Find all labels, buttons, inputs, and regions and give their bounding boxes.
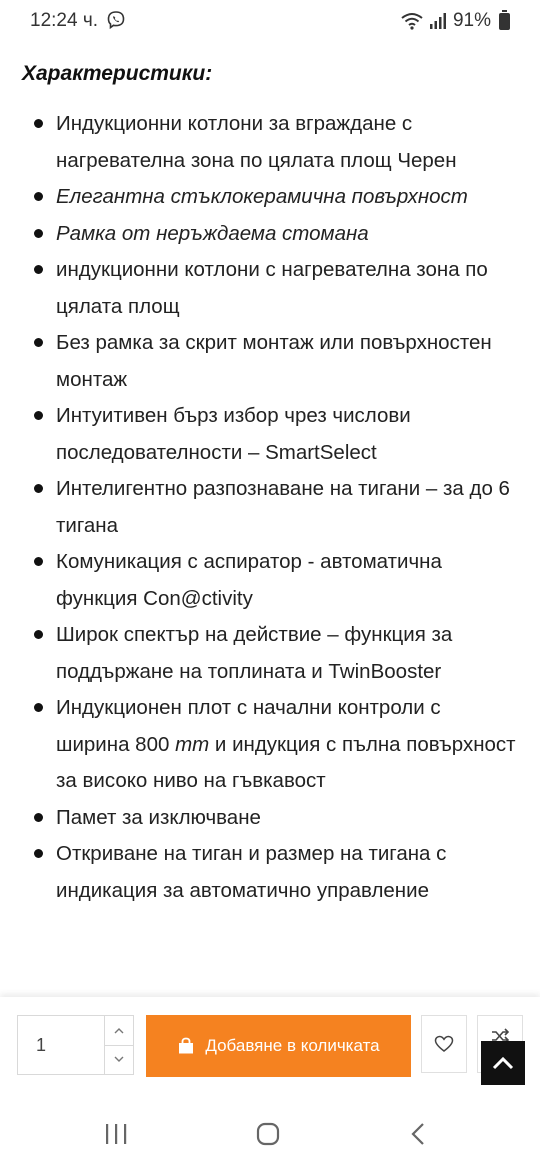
features-list: Индукционни котлони за вграждане с нагре… <box>0 106 540 909</box>
home-icon[interactable] <box>256 1122 280 1146</box>
bullet-icon <box>34 192 43 201</box>
feature-text: индукционни котлони с нагревателна зона … <box>56 258 488 318</box>
feature-text: Интуитивен бърз избор чрез числови после… <box>56 404 411 464</box>
scroll-to-top-button[interactable] <box>481 1041 525 1085</box>
status-indicators: 91% <box>401 9 510 32</box>
feature-item: Индукционни котлони за вграждане с нагре… <box>0 106 540 179</box>
chevron-up-icon <box>114 1028 124 1034</box>
battery-percent: 91% <box>452 10 491 31</box>
shopping-bag-icon <box>179 1037 194 1054</box>
wifi-icon <box>401 13 423 30</box>
quantity-input[interactable]: 1 <box>36 1035 46 1056</box>
bullet-icon <box>34 630 43 639</box>
back-icon[interactable] <box>410 1122 426 1146</box>
feature-item: Широк спектър на действие – функция за п… <box>0 617 540 690</box>
feature-item: индукционни котлони с нагревателна зона … <box>0 252 540 325</box>
feature-item: Откриване на тиган и размер на тигана с … <box>0 836 540 909</box>
chevron-up-icon <box>492 1056 514 1070</box>
feature-text: Памет за изключване <box>56 805 261 829</box>
wishlist-button[interactable] <box>421 1015 467 1073</box>
signal-icon <box>429 13 446 29</box>
add-to-cart-bar: 1 Добавяне в количката <box>0 997 540 1097</box>
quantity-stepper[interactable]: 1 <box>17 1015 134 1075</box>
feature-text: Елегантна стъклокерамична повърхност <box>56 185 468 208</box>
quantity-stepper-controls <box>104 1016 133 1074</box>
feature-item: Индукционен плот с начални контроли с ши… <box>0 690 540 800</box>
feature-unit: mm <box>175 732 210 756</box>
status-bar: 12:24 ч. 91% <box>0 0 540 44</box>
feature-item: Интуитивен бърз избор чрез числови после… <box>0 398 540 471</box>
feature-item: Рамка от неръждаема стомана <box>0 216 540 253</box>
bullet-icon <box>34 265 43 274</box>
feature-text: Откриване на тиган и размер на тигана с … <box>56 842 447 902</box>
chevron-down-icon <box>114 1056 124 1062</box>
feature-item: Без рамка за скрит монтаж или повърхност… <box>0 325 540 398</box>
bullet-icon <box>34 411 43 420</box>
feature-item: Интелигентно разпознаване на тигани – за… <box>0 471 540 544</box>
bullet-icon <box>34 849 43 858</box>
section-title: Характеристики: <box>22 62 213 85</box>
quantity-decrease-button[interactable] <box>105 1045 133 1074</box>
feature-item: Памет за изключване <box>0 800 540 837</box>
feature-text: Широк спектър на действие – функция за п… <box>56 623 453 683</box>
feature-text: Индукционни котлони за вграждане с нагре… <box>56 112 457 172</box>
battery-icon <box>499 9 510 30</box>
bullet-icon <box>34 484 43 493</box>
feature-text: Комуникация с аспиратор - автоматична фу… <box>56 550 442 610</box>
recent-apps-icon[interactable] <box>104 1123 128 1145</box>
feature-item: Комуникация с аспиратор - автоматична фу… <box>0 544 540 617</box>
system-navigation-bar <box>0 1097 540 1170</box>
status-time: 12:24 ч. <box>30 10 99 31</box>
bullet-icon <box>34 338 43 347</box>
viber-icon <box>107 11 125 30</box>
add-to-cart-label: Добавяне в количката <box>205 1036 380 1055</box>
bullet-icon <box>34 557 43 566</box>
feature-text: Без рамка за скрит монтаж или повърхност… <box>56 331 492 391</box>
bullet-icon <box>34 228 43 238</box>
heart-icon <box>434 1035 454 1052</box>
bullet-icon <box>34 812 43 822</box>
feature-text: Индукционен плот с начални контроли с ши… <box>56 696 516 792</box>
bullet-icon <box>34 703 43 712</box>
feature-text: Интелигентно разпознаване на тигани – за… <box>56 477 510 537</box>
feature-item: Елегантна стъклокерамична повърхност <box>0 179 540 216</box>
feature-text: Рамка от неръждаема стомана <box>56 221 369 245</box>
quantity-increase-button[interactable] <box>105 1016 133 1046</box>
bullet-icon <box>34 119 43 128</box>
add-to-cart-button[interactable]: Добавяне в количката <box>146 1015 411 1077</box>
